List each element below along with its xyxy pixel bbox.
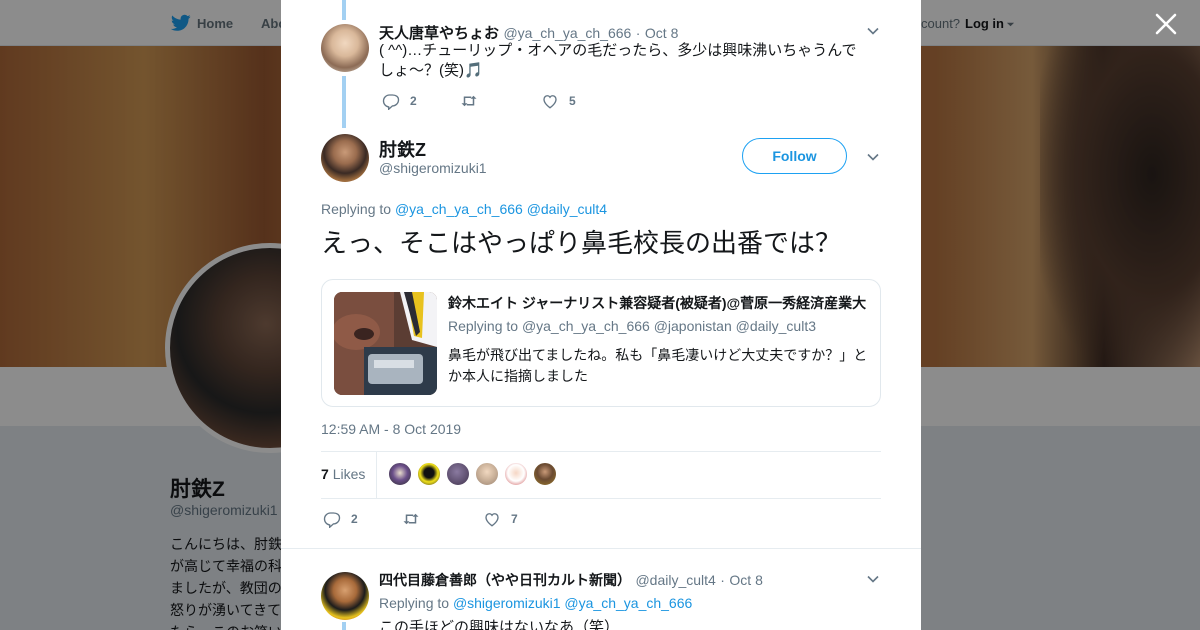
like-count: 5 bbox=[569, 94, 576, 108]
reply-action[interactable]: 2 bbox=[382, 92, 417, 110]
liker-avatar[interactable] bbox=[533, 462, 557, 486]
main-tweet-author-name[interactable]: 肘鉄Z bbox=[379, 136, 426, 162]
replying-to-label: Replying to bbox=[448, 318, 519, 334]
like-action[interactable]: 5 bbox=[541, 92, 576, 110]
retweet-icon bbox=[403, 513, 419, 525]
tweet-date[interactable]: Oct 8 bbox=[729, 572, 762, 588]
likes-stat[interactable]: 7 Likes bbox=[321, 466, 365, 482]
quoted-tweet-card[interactable]: 鈴木エイト ジャーナリスト兼容疑者(被疑者)@菅原一秀経済産業大 Replyin… bbox=[321, 279, 881, 407]
reply-tweet-text: この手ほどの興味はないなあ（笑） bbox=[379, 619, 620, 630]
reply-count: 2 bbox=[410, 94, 417, 108]
mention-link[interactable]: @ya_ch_ya_ch_666 bbox=[564, 595, 692, 611]
quoted-tweet-text: 鼻毛が飛び出てましたね。私も「鼻毛凄いけど大丈夫ですか？」とか本人に指摘しました bbox=[448, 347, 868, 384]
liker-avatar[interactable] bbox=[475, 462, 499, 486]
tweet-author-name[interactable]: 四代目藤倉善郎（やや日刊カルト新聞） bbox=[379, 572, 631, 588]
retweet-action[interactable] bbox=[460, 92, 488, 110]
chevron-down-icon[interactable] bbox=[866, 150, 880, 164]
like-action[interactable]: 7 bbox=[483, 510, 518, 528]
liker-avatar[interactable] bbox=[417, 462, 441, 486]
parent-tweet-body: ( ^^)…チューリップ・オヘアの毛だったら、多少は興味沸いちゃうんでしょ～？(… bbox=[379, 42, 857, 79]
stats-separator bbox=[376, 452, 377, 498]
thread-connector-bottom bbox=[342, 622, 346, 630]
divider bbox=[281, 548, 921, 549]
replying-to-label: Replying to bbox=[321, 201, 392, 217]
chevron-down-icon[interactable] bbox=[866, 24, 880, 38]
liker-avatar[interactable] bbox=[504, 462, 528, 486]
mention-link[interactable]: @shigeromizuki1 bbox=[453, 595, 561, 611]
quoted-photo-graphic bbox=[334, 292, 437, 395]
heart-icon bbox=[543, 95, 557, 109]
reply-icon bbox=[323, 512, 341, 528]
reply-count: 2 bbox=[351, 512, 358, 526]
avatar[interactable] bbox=[321, 134, 369, 182]
main-tweet-author-handle[interactable]: @shigeromizuki1 bbox=[379, 160, 487, 176]
tweet-meta-separator: · bbox=[635, 25, 641, 41]
replying-to-line: Replying to @ya_ch_ya_ch_666 @daily_cult… bbox=[321, 201, 607, 217]
heart-icon bbox=[485, 513, 499, 527]
tweet-author-name[interactable]: 天人唐草やちょお bbox=[379, 25, 499, 42]
liker-avatar[interactable] bbox=[446, 462, 470, 486]
tweet-author-handle[interactable]: @daily_cult4 bbox=[635, 572, 715, 588]
likers-avatar-list bbox=[388, 462, 557, 486]
tweet-author-handle[interactable]: @ya_ch_ya_ch_666 bbox=[503, 25, 631, 41]
reply-action[interactable]: 2 bbox=[323, 510, 358, 528]
retweet-action[interactable] bbox=[402, 510, 430, 528]
likes-count: 7 bbox=[321, 466, 329, 482]
parent-tweet-header: 天人唐草やちょお @ya_ch_ya_ch_666 · Oct 8 bbox=[379, 22, 678, 43]
mention-text: @daily_cult3 bbox=[735, 318, 816, 334]
mention-text: @ya_ch_ya_ch_666 bbox=[521, 318, 650, 334]
quoted-replying-to-line: Replying to @ya_ch_ya_ch_666 @japonistan… bbox=[448, 318, 816, 334]
tweet-meta-separator: · bbox=[720, 572, 725, 588]
avatar[interactable] bbox=[321, 572, 369, 620]
mention-link[interactable]: @daily_cult4 bbox=[527, 201, 607, 217]
likes-label: Likes bbox=[332, 466, 366, 482]
close-icon[interactable] bbox=[1153, 11, 1179, 37]
tweet-permalink-modal: 天人唐草やちょお @ya_ch_ya_ch_666 · Oct 8 ( ^^)…… bbox=[281, 0, 921, 630]
chevron-down-icon[interactable] bbox=[866, 572, 880, 586]
parent-tweet-text: ( ^^)…チューリップ・オヘアの毛だったら、多少は興味沸いちゃうんでしょ～？(… bbox=[379, 41, 859, 81]
divider bbox=[321, 451, 881, 452]
thread-connector-mid bbox=[342, 76, 346, 128]
liker-avatar[interactable] bbox=[388, 462, 412, 486]
mention-link[interactable]: @ya_ch_ya_ch_666 bbox=[395, 201, 523, 217]
main-tweet-text: えっ、そこはやっぱり鼻毛校長の出番では？ bbox=[321, 228, 842, 258]
tweet-date[interactable]: Oct 8 bbox=[645, 25, 678, 41]
quoted-tweet-author[interactable]: 鈴木エイト ジャーナリスト兼容疑者(被疑者)@菅原一秀経済産業大 bbox=[448, 293, 874, 313]
mention-text: @japonistan bbox=[653, 318, 732, 334]
tweet-timestamp[interactable]: 12:59 AM - 8 Oct 2019 bbox=[321, 421, 461, 437]
follow-button[interactable]: Follow bbox=[742, 138, 847, 174]
thread-connector-top bbox=[342, 0, 346, 20]
replying-to-label: Replying to bbox=[379, 595, 450, 611]
quoted-tweet-image bbox=[334, 292, 437, 395]
reply-replying-to-line: Replying to @shigeromizuki1 @ya_ch_ya_ch… bbox=[379, 595, 692, 611]
retweet-icon bbox=[461, 95, 477, 107]
divider bbox=[321, 498, 881, 499]
reply-tweet-header: 四代目藤倉善郎（やや日刊カルト新聞） @daily_cult4 · Oct 8 bbox=[379, 570, 763, 590]
reply-icon bbox=[382, 94, 400, 110]
music-note-emoji: 🎵 bbox=[464, 62, 483, 79]
avatar[interactable] bbox=[321, 24, 369, 72]
like-count: 7 bbox=[511, 512, 518, 526]
